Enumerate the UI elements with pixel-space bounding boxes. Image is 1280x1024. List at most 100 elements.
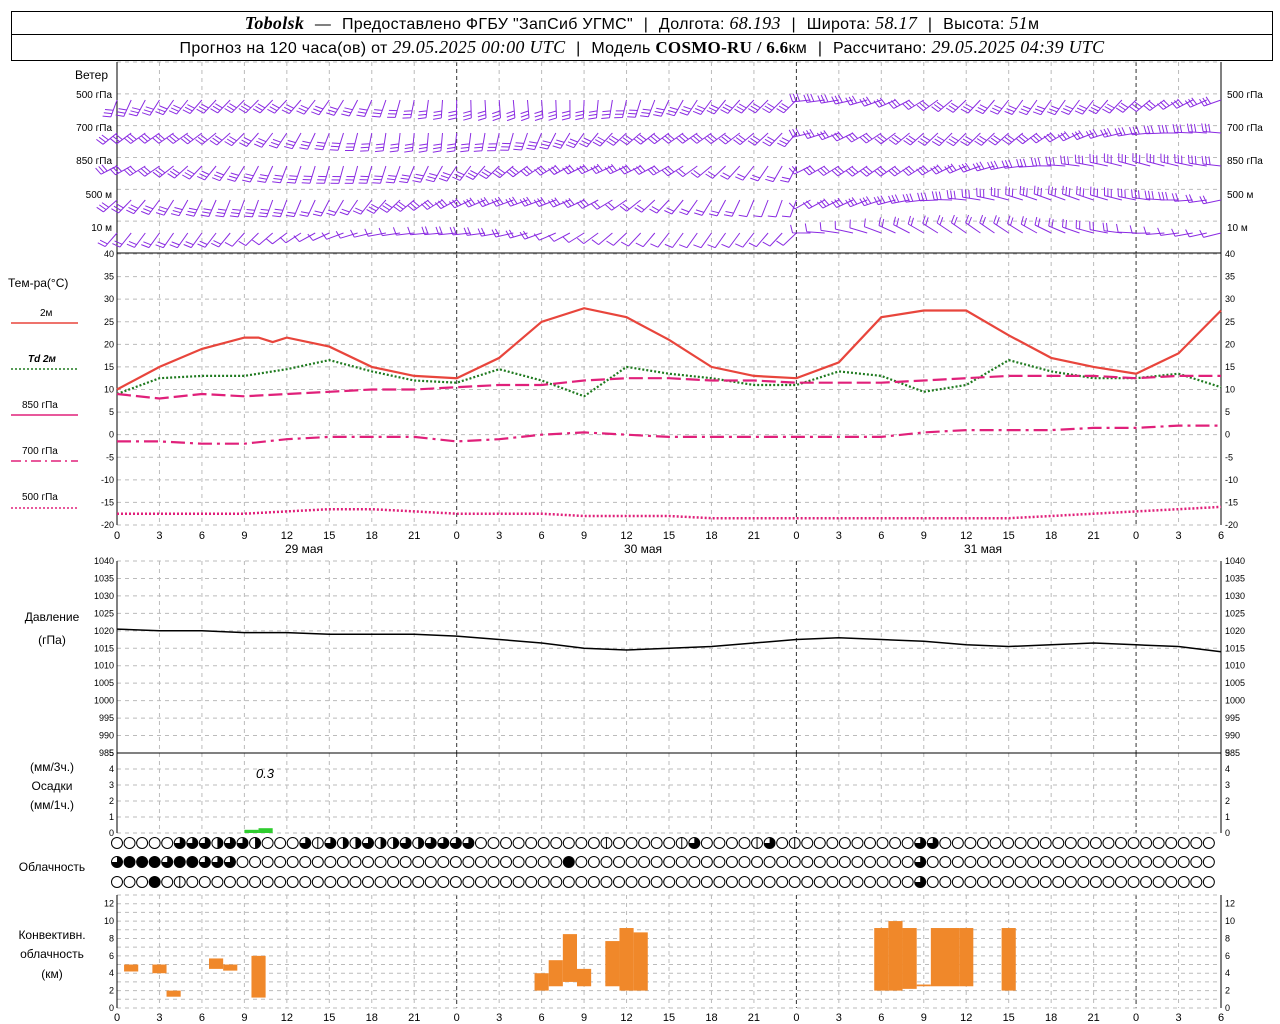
precip-ytick: 2 xyxy=(1225,796,1230,806)
cloud-cover-circle xyxy=(864,876,876,888)
wind-barb xyxy=(155,199,175,216)
wind-barb xyxy=(379,199,401,213)
cloud-cover-circle xyxy=(1140,856,1153,868)
cloud-cover-circle xyxy=(613,856,625,868)
cloud-cover-circle xyxy=(462,856,475,868)
pressure-ytick: 1000 xyxy=(1225,696,1245,706)
cloud-cover-circle xyxy=(788,876,801,888)
wind-barb xyxy=(301,165,316,184)
wind-barb xyxy=(1132,153,1151,167)
wind-barb xyxy=(279,232,302,244)
cloud-cover-circle xyxy=(211,876,224,888)
wind-barb xyxy=(399,165,415,184)
conv-title-1: Конвективн. xyxy=(18,928,85,942)
hour-tick: 15 xyxy=(1003,530,1015,542)
precip-ytick: 0 xyxy=(1225,828,1230,838)
wind-barb xyxy=(433,99,443,120)
conv-bar xyxy=(888,921,903,991)
cloud-cover-circle xyxy=(1089,837,1102,849)
cloud-cover-circle xyxy=(976,837,989,849)
pressure-ytick: 1030 xyxy=(94,591,114,601)
wind-barb xyxy=(1007,215,1024,234)
wind-barb xyxy=(366,199,387,214)
cloud-cover-circle xyxy=(826,876,839,888)
cloud-cover-circle xyxy=(487,856,500,868)
pressure-ytick: 1025 xyxy=(1225,608,1245,618)
hour-tick: 21 xyxy=(408,530,420,542)
hour-tick: 6 xyxy=(878,1012,884,1024)
cloud-cover-circle xyxy=(562,837,575,849)
conv-ytick: 10 xyxy=(104,916,114,926)
legend-label-850: 850 гПа xyxy=(22,400,58,411)
cloud-cover-circle xyxy=(964,856,977,868)
cloud-cover-circle xyxy=(638,856,651,868)
wind-barb xyxy=(723,199,741,217)
conv-bar xyxy=(930,928,945,987)
cloud-cover-circle xyxy=(876,876,889,888)
conv-ytick: 2 xyxy=(1225,986,1230,996)
cloud-cover-circle xyxy=(186,876,199,888)
cloud-cover-circle xyxy=(976,876,989,888)
cloud-cover-circle xyxy=(299,856,312,868)
cloud-cover-circle xyxy=(512,876,525,888)
cloud-cover-circle xyxy=(575,837,588,849)
hour-tick: 6 xyxy=(199,1012,205,1024)
temp-ytick: 5 xyxy=(1225,407,1230,417)
cloud-cover-circle xyxy=(537,876,550,888)
wind-barb xyxy=(552,132,571,149)
precip-bar xyxy=(258,828,273,833)
cloud-cover-circle xyxy=(725,837,738,849)
cloud-cover-circle xyxy=(1165,856,1178,868)
cloud-cover-circle xyxy=(1077,876,1090,888)
cloud-cover-mark xyxy=(355,837,361,849)
wind-barb xyxy=(200,199,217,217)
wind-barb xyxy=(500,132,514,151)
conv-ytick: 12 xyxy=(104,899,114,909)
hour-tick: 9 xyxy=(241,530,247,542)
pressure-ytick: 1035 xyxy=(94,573,114,583)
conv-ytick: 8 xyxy=(1225,933,1230,943)
cloud-cover-circle xyxy=(725,876,738,888)
cloud-cover-circle xyxy=(738,837,751,849)
conv-bar xyxy=(548,960,563,987)
cloud-cover-circle xyxy=(111,837,123,849)
cloud-cover-circle xyxy=(939,837,952,849)
wind-barb xyxy=(1075,219,1094,234)
hour-tick: 6 xyxy=(1218,1012,1224,1024)
wind-barb xyxy=(776,232,797,246)
pressure-ytick: 1005 xyxy=(1225,678,1245,688)
cloud-cover-circle xyxy=(1115,837,1127,849)
wind-barb xyxy=(229,199,245,218)
wind-barb xyxy=(378,227,401,237)
wind-barb xyxy=(238,232,259,247)
wind-barb xyxy=(215,199,231,218)
cloud-cover-circle xyxy=(537,837,550,849)
cloud-cover-circle xyxy=(663,876,676,888)
cloud-cover-circle xyxy=(1014,837,1027,849)
cloud-cover-circle xyxy=(1202,876,1215,888)
cloud-cover-circle xyxy=(751,856,764,868)
hour-tick: 12 xyxy=(960,530,972,542)
wind-barb xyxy=(141,99,160,116)
wind-barb xyxy=(762,232,783,247)
temp-ytick: 40 xyxy=(104,249,114,259)
conv-bar xyxy=(534,973,549,991)
cloud-cover-mark xyxy=(393,837,399,849)
cloud-cover-circle xyxy=(299,876,312,888)
cloud-cover-circle xyxy=(550,876,563,888)
cloud-cover-circle xyxy=(136,856,149,868)
temp-ytick: 5 xyxy=(109,407,114,417)
pressure-ytick: 1020 xyxy=(1225,626,1245,636)
wind-barb xyxy=(1029,132,1052,144)
temp-ytick: 0 xyxy=(1225,430,1230,440)
hour-tick: 18 xyxy=(705,530,717,542)
wind-barb xyxy=(859,165,882,177)
wind-barb xyxy=(1199,195,1222,205)
hour-tick: 0 xyxy=(114,1012,120,1024)
cloud-cover-circle xyxy=(136,876,149,888)
day-label: 31 мая xyxy=(964,542,1002,556)
hour-tick: 0 xyxy=(793,530,799,542)
cloud-cover-circle xyxy=(901,876,914,888)
cloud-cover-circle xyxy=(500,837,513,849)
cloud-cover-circle xyxy=(474,837,487,849)
